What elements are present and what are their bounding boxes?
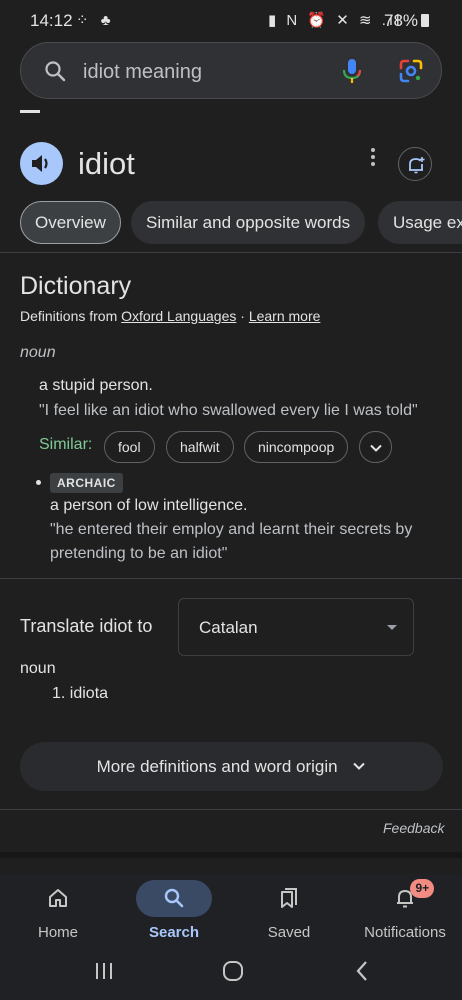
source-prefix: Definitions from [20, 308, 122, 324]
divider [0, 252, 462, 253]
search-icon [164, 888, 184, 908]
nav-search-label: Search [148, 924, 200, 941]
speaker-icon [32, 155, 48, 172]
home-button-icon[interactable] [222, 960, 244, 982]
add-alert-icon [409, 157, 425, 174]
dropdown-arrow-icon [387, 625, 397, 630]
pronunciation-button[interactable] [20, 142, 63, 185]
word-title: idiot [78, 146, 135, 181]
nav-notifications-label: Notifications [364, 924, 446, 941]
similar-word-fool[interactable]: fool [104, 431, 155, 463]
nav-search[interactable]: Search [124, 874, 224, 954]
divider [0, 809, 462, 810]
archaic-badge: ARCHAIC [50, 473, 123, 493]
language-value: Catalan [199, 618, 258, 637]
status-system-icons: ▮ N ⏰ ✕ ≋ .ıl [268, 12, 403, 29]
system-navigation-bar [0, 950, 462, 1000]
add-alert-button[interactable] [398, 147, 432, 181]
more-definitions-button[interactable]: More definitions and word origin [20, 742, 443, 791]
nav-notifications[interactable]: 9+ Notifications [352, 874, 458, 954]
definition-1: a stupid person. [39, 377, 153, 394]
definition-2: a person of low intelligence. [50, 497, 248, 514]
chevron-down-icon [353, 762, 366, 770]
more-definitions-text: More definitions and word origin [96, 757, 338, 776]
similar-word-halfwit[interactable]: halfwit [166, 431, 234, 463]
expand-similar-button[interactable] [359, 431, 392, 463]
example-2-line-1: "he entered their employ and learnt thei… [50, 521, 413, 538]
feedback-link[interactable]: Feedback [383, 820, 444, 836]
bullet [36, 480, 41, 485]
language-select[interactable]: Catalan [178, 598, 414, 656]
recent-apps-icon[interactable] [94, 961, 114, 981]
nav-home[interactable]: Home [8, 874, 108, 954]
section-separator [0, 852, 462, 858]
oxford-languages-link[interactable]: Oxford Languages [121, 308, 236, 324]
example-1: "I feel like an idiot who swallowed ever… [39, 402, 418, 419]
similar-label: Similar: [39, 436, 93, 453]
source-separator: · [236, 308, 249, 324]
home-icon [49, 889, 67, 907]
status-notification-icons: ⁘ ♣ [76, 12, 115, 29]
example-2-line-2: pretending to be an idiot" [50, 545, 228, 562]
lens-icon[interactable] [397, 57, 425, 85]
chevron-down-icon [370, 444, 382, 452]
saved-icon [281, 888, 297, 908]
search-bar[interactable]: idiot meaning [20, 42, 442, 99]
drag-handle [20, 110, 40, 113]
battery-icon [421, 14, 430, 27]
more-definitions-label: More definitions and word origin [20, 757, 443, 777]
similar-word-nincompoop[interactable]: nincompoop [244, 431, 349, 463]
tab-similar-and-opposite-words[interactable]: Similar and opposite words [131, 201, 366, 244]
notification-badge: 9+ [410, 879, 435, 898]
search-icon [45, 61, 66, 82]
nav-home-label: Home [37, 924, 78, 941]
learn-more-link[interactable]: Learn more [249, 308, 321, 324]
dictionary-title: Dictionary [20, 272, 132, 300]
search-input[interactable]: idiot meaning [83, 61, 202, 84]
back-icon[interactable] [354, 960, 370, 982]
translation-result: 1. idiota [52, 685, 109, 702]
tab-overview[interactable]: Overview [20, 201, 121, 244]
tab-usage-examples[interactable]: Usage ex [378, 201, 462, 244]
battery-indicator: 78% [384, 11, 430, 31]
dictionary-source: Definitions from Oxford Languages · Lear… [20, 308, 320, 324]
status-time: 14:12 [30, 11, 73, 30]
battery-percent: 78% [384, 11, 419, 30]
part-of-speech: noun [20, 344, 56, 361]
nav-saved-label: Saved [267, 924, 311, 941]
translation-part-of-speech: noun [20, 660, 56, 677]
more-vert-icon[interactable] [368, 146, 378, 168]
translate-label: Translate idiot to [20, 616, 153, 636]
status-bar: 14:12 ⁘ ♣ ▮ N ⏰ ✕ ≋ .ıl 78% [0, 0, 462, 42]
divider [0, 578, 462, 579]
nav-saved[interactable]: Saved [239, 874, 339, 954]
mic-icon[interactable] [339, 57, 365, 85]
